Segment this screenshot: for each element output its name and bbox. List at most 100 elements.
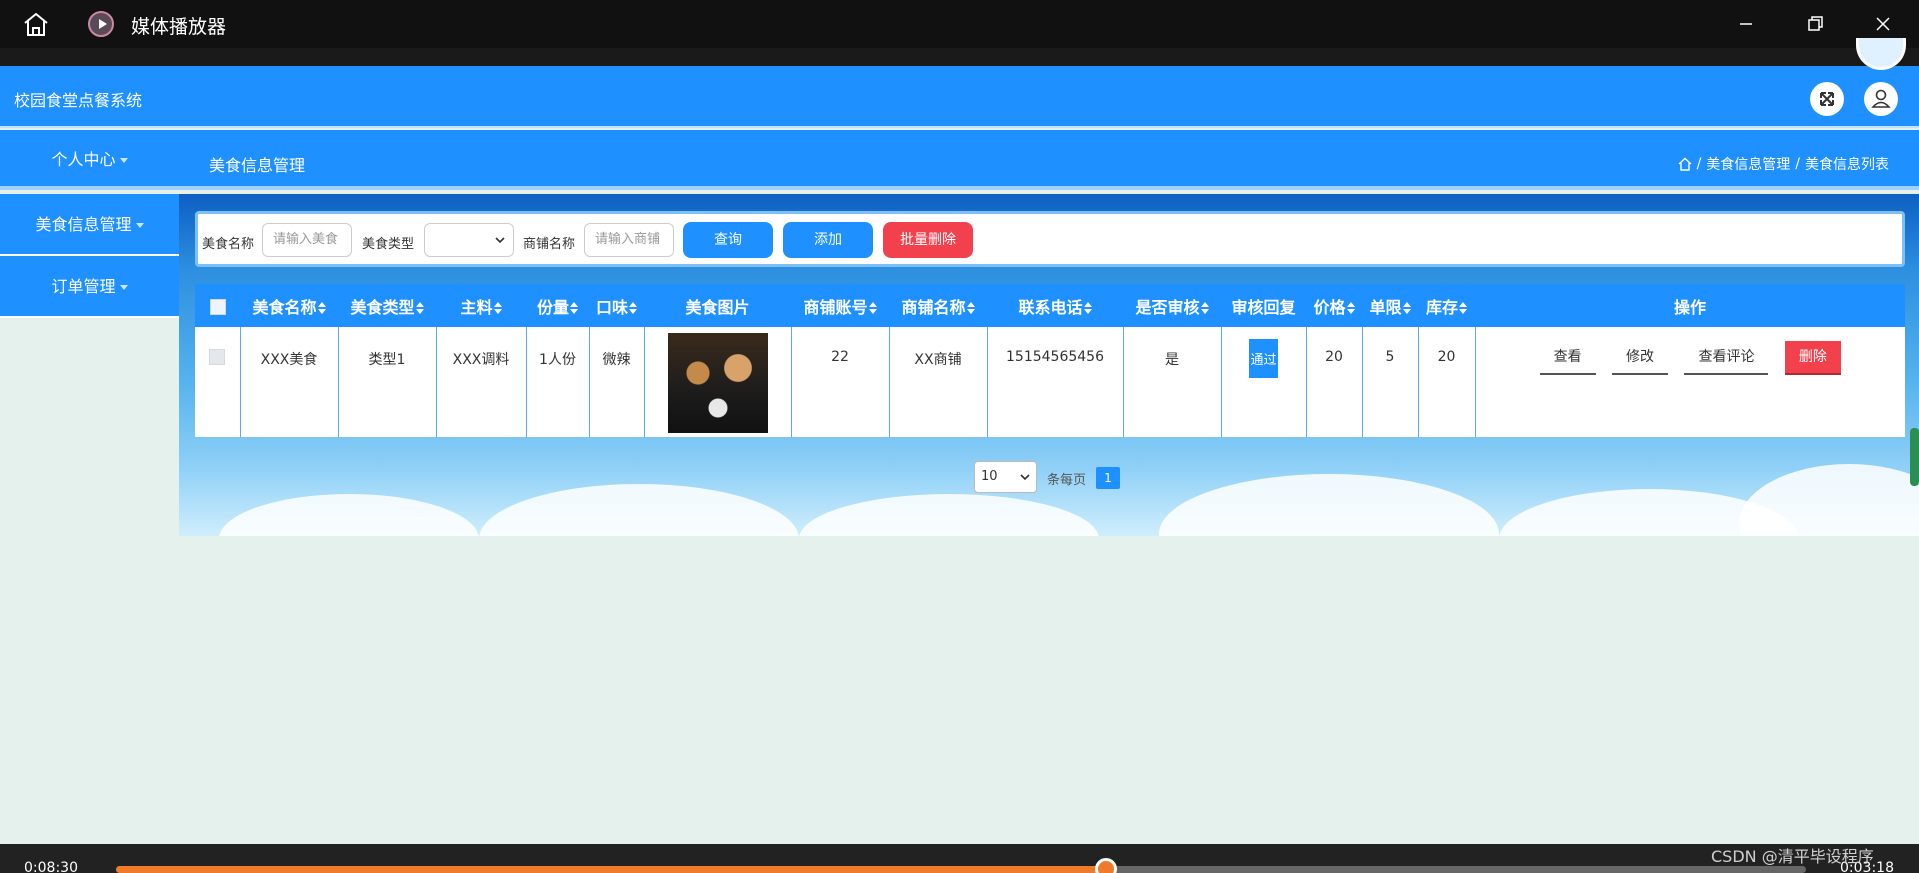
review-reply-badge: 通过 bbox=[1249, 339, 1278, 378]
column-header: 审核回复 bbox=[1221, 284, 1306, 327]
column-header[interactable]: 美食类型 bbox=[338, 284, 436, 327]
batch-delete-button[interactable]: 批量删除 bbox=[883, 222, 973, 258]
sort-icon[interactable] bbox=[317, 302, 326, 314]
per-page-label: 条每页 bbox=[1047, 473, 1087, 488]
cloud-decoration bbox=[219, 494, 479, 536]
home-icon[interactable] bbox=[1678, 157, 1692, 171]
column-header-label: 审核回复 bbox=[1231, 297, 1296, 317]
column-header[interactable]: 商铺名称 bbox=[889, 284, 987, 327]
sort-icon[interactable] bbox=[570, 302, 578, 314]
home-icon[interactable] bbox=[22, 11, 50, 37]
app-title: 校园食堂点餐系统 bbox=[14, 91, 143, 110]
food-type-select[interactable] bbox=[424, 223, 514, 257]
user-button[interactable] bbox=[1864, 82, 1898, 116]
column-header-label: 单限 bbox=[1369, 297, 1402, 317]
column-header-label: 是否审核 bbox=[1135, 297, 1200, 317]
column-header[interactable]: 口味 bbox=[589, 284, 644, 327]
sidebar-item-order-management[interactable]: 订单管理 bbox=[0, 256, 179, 318]
sort-icon[interactable] bbox=[1459, 302, 1467, 314]
column-header-label: 份量 bbox=[536, 297, 569, 317]
window-title-bar: 媒体播放器 bbox=[0, 0, 1919, 48]
cell-shop-account: 22 bbox=[790, 327, 889, 437]
minimize-icon[interactable] bbox=[1731, 10, 1761, 38]
sort-icon[interactable] bbox=[1402, 302, 1411, 314]
breadcrumb: / 美食信息管理 / 美食信息列表 bbox=[1678, 154, 1889, 174]
column-header-label: 主料 bbox=[460, 297, 493, 317]
cell-limit: 5 bbox=[1361, 327, 1418, 437]
sort-icon[interactable] bbox=[1200, 302, 1209, 314]
column-header[interactable]: 联系电话 bbox=[987, 284, 1123, 327]
nav-personal-center[interactable]: 个人中心 bbox=[0, 130, 179, 190]
cell-phone: 15154565456 bbox=[986, 327, 1123, 437]
page-title: 美食信息管理 bbox=[209, 156, 306, 175]
column-header[interactable]: 主料 bbox=[436, 284, 526, 327]
table-row: XXX美食 类型1 XXX调料 1人份 微辣 22 XX商铺 151545654… bbox=[195, 327, 1905, 437]
food-name-input[interactable]: 请输入美食 bbox=[262, 223, 352, 257]
cell-shop-name: XX商铺 bbox=[888, 327, 987, 437]
video-top-strip bbox=[0, 48, 1919, 67]
sort-icon[interactable] bbox=[868, 302, 877, 314]
column-header-label: 美食类型 bbox=[350, 297, 415, 317]
shop-name-input[interactable]: 请输入商铺 bbox=[584, 223, 674, 257]
sort-icon[interactable] bbox=[493, 302, 502, 314]
row-checkbox[interactable] bbox=[209, 349, 226, 365]
sidebar-item-label: 订单管理 bbox=[51, 277, 116, 296]
close-icon[interactable] bbox=[1868, 10, 1898, 38]
nav-bar: 个人中心 美食信息管理 / 美食信息管理 / 美食信息列表 bbox=[0, 130, 1919, 190]
column-header[interactable]: 份量 bbox=[526, 284, 589, 327]
media-player-controls: 0:08:30 0:03:18 bbox=[0, 844, 1919, 873]
column-header[interactable]: 价格 bbox=[1306, 284, 1362, 327]
edit-button[interactable]: 修改 bbox=[1612, 341, 1669, 375]
column-header-label: 商铺名称 bbox=[901, 297, 966, 317]
cell-portion: 1人份 bbox=[525, 327, 589, 437]
select-all-checkbox[interactable] bbox=[209, 298, 226, 315]
add-button[interactable]: 添加 bbox=[783, 222, 873, 258]
page-size-select[interactable]: 10 bbox=[974, 461, 1037, 493]
column-header[interactable]: 库存 bbox=[1418, 284, 1475, 327]
restore-icon[interactable] bbox=[1800, 10, 1830, 38]
seek-thumb[interactable] bbox=[1095, 858, 1118, 873]
column-header: 操作 bbox=[1475, 284, 1905, 327]
sort-icon[interactable] bbox=[629, 302, 637, 314]
seek-bar[interactable] bbox=[116, 858, 1806, 873]
delete-button[interactable]: 删除 bbox=[1784, 341, 1841, 375]
sort-icon[interactable] bbox=[415, 302, 424, 314]
sort-icon[interactable] bbox=[966, 302, 975, 314]
breadcrumb-separator: / bbox=[1696, 156, 1702, 172]
column-header-label: 口味 bbox=[595, 297, 628, 317]
chevron-down-icon bbox=[1020, 474, 1030, 481]
watermark: CSDN @清平毕设程序 bbox=[1711, 847, 1874, 866]
cell-food-image bbox=[643, 327, 791, 437]
page-number-current[interactable]: 1 bbox=[1096, 467, 1120, 489]
breadcrumb-item: 美食信息列表 bbox=[1805, 157, 1889, 173]
expand-icon bbox=[1820, 92, 1834, 106]
column-header-label: 美食图片 bbox=[685, 297, 750, 317]
sort-icon[interactable] bbox=[1083, 302, 1092, 314]
fullscreen-button[interactable] bbox=[1810, 82, 1844, 116]
cell-stock: 20 bbox=[1417, 327, 1475, 437]
select-all-cell bbox=[195, 284, 240, 327]
sort-icon[interactable] bbox=[1346, 302, 1355, 314]
sidebar-item-food-management[interactable]: 美食信息管理 bbox=[0, 194, 179, 256]
sidebar-item-label: 美食信息管理 bbox=[35, 215, 132, 234]
food-table: 美食名称 美食类型 主料 份量 口味 美食图片 商铺账号 商铺名称 联系电话 是… bbox=[195, 284, 1905, 437]
window-title: 媒体播放器 bbox=[131, 16, 227, 38]
query-button[interactable]: 查询 bbox=[683, 222, 773, 258]
view-button[interactable]: 查看 bbox=[1539, 341, 1596, 375]
view-comments-button[interactable]: 查看评论 bbox=[1684, 341, 1769, 375]
shop-name-label: 商铺名称 bbox=[523, 237, 576, 252]
breadcrumb-item[interactable]: 美食信息管理 bbox=[1706, 154, 1790, 174]
cell-actions: 查看 修改 查看评论 删除 bbox=[1474, 327, 1905, 437]
cloud-decoration bbox=[479, 484, 799, 536]
column-header-label: 库存 bbox=[1425, 297, 1458, 317]
column-header[interactable]: 商铺账号 bbox=[791, 284, 889, 327]
caret-down-icon bbox=[119, 285, 128, 290]
column-header[interactable]: 美食名称 bbox=[240, 284, 338, 327]
food-image[interactable] bbox=[667, 333, 768, 433]
column-header[interactable]: 单限 bbox=[1362, 284, 1418, 327]
chevron-down-icon bbox=[495, 237, 505, 244]
column-header[interactable]: 是否审核 bbox=[1123, 284, 1221, 327]
caret-down-icon bbox=[135, 223, 144, 228]
cell-taste: 微辣 bbox=[588, 327, 644, 437]
scrollbar[interactable] bbox=[1910, 428, 1919, 486]
